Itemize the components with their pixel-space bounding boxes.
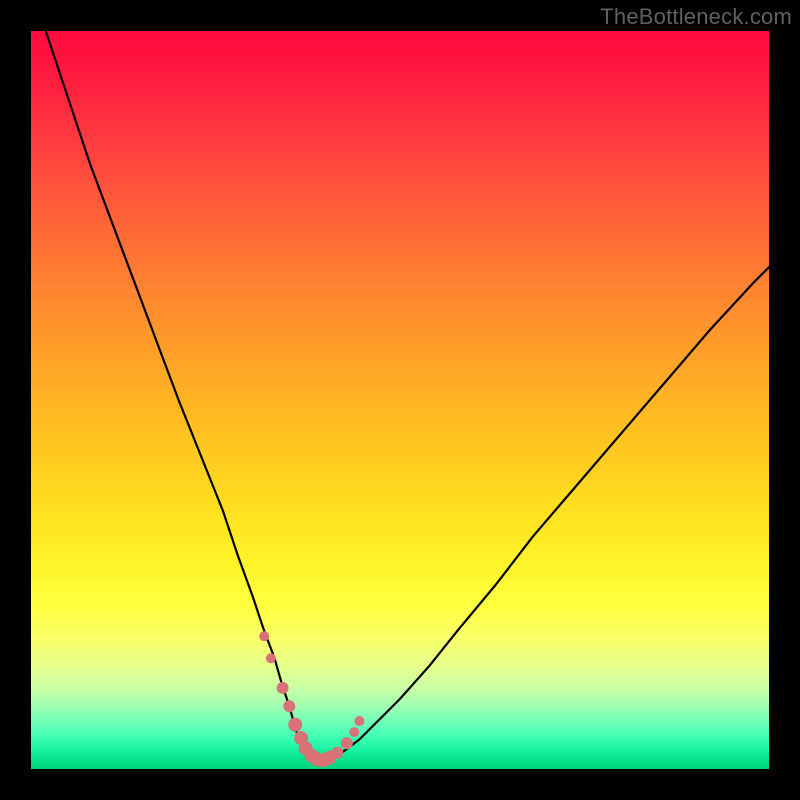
highlight-dot: [341, 737, 353, 749]
highlight-dot: [349, 727, 359, 737]
highlight-dots: [31, 31, 769, 769]
highlight-dot: [331, 747, 343, 759]
highlight-dot: [266, 653, 276, 663]
highlight-dot: [259, 631, 269, 641]
highlight-dot: [354, 716, 364, 726]
highlight-dot: [283, 700, 295, 712]
watermark-text: TheBottleneck.com: [600, 4, 792, 30]
plot-area: [31, 31, 769, 769]
chart-frame: TheBottleneck.com: [0, 0, 800, 800]
highlight-dot: [288, 718, 302, 732]
highlight-dot: [277, 682, 289, 694]
